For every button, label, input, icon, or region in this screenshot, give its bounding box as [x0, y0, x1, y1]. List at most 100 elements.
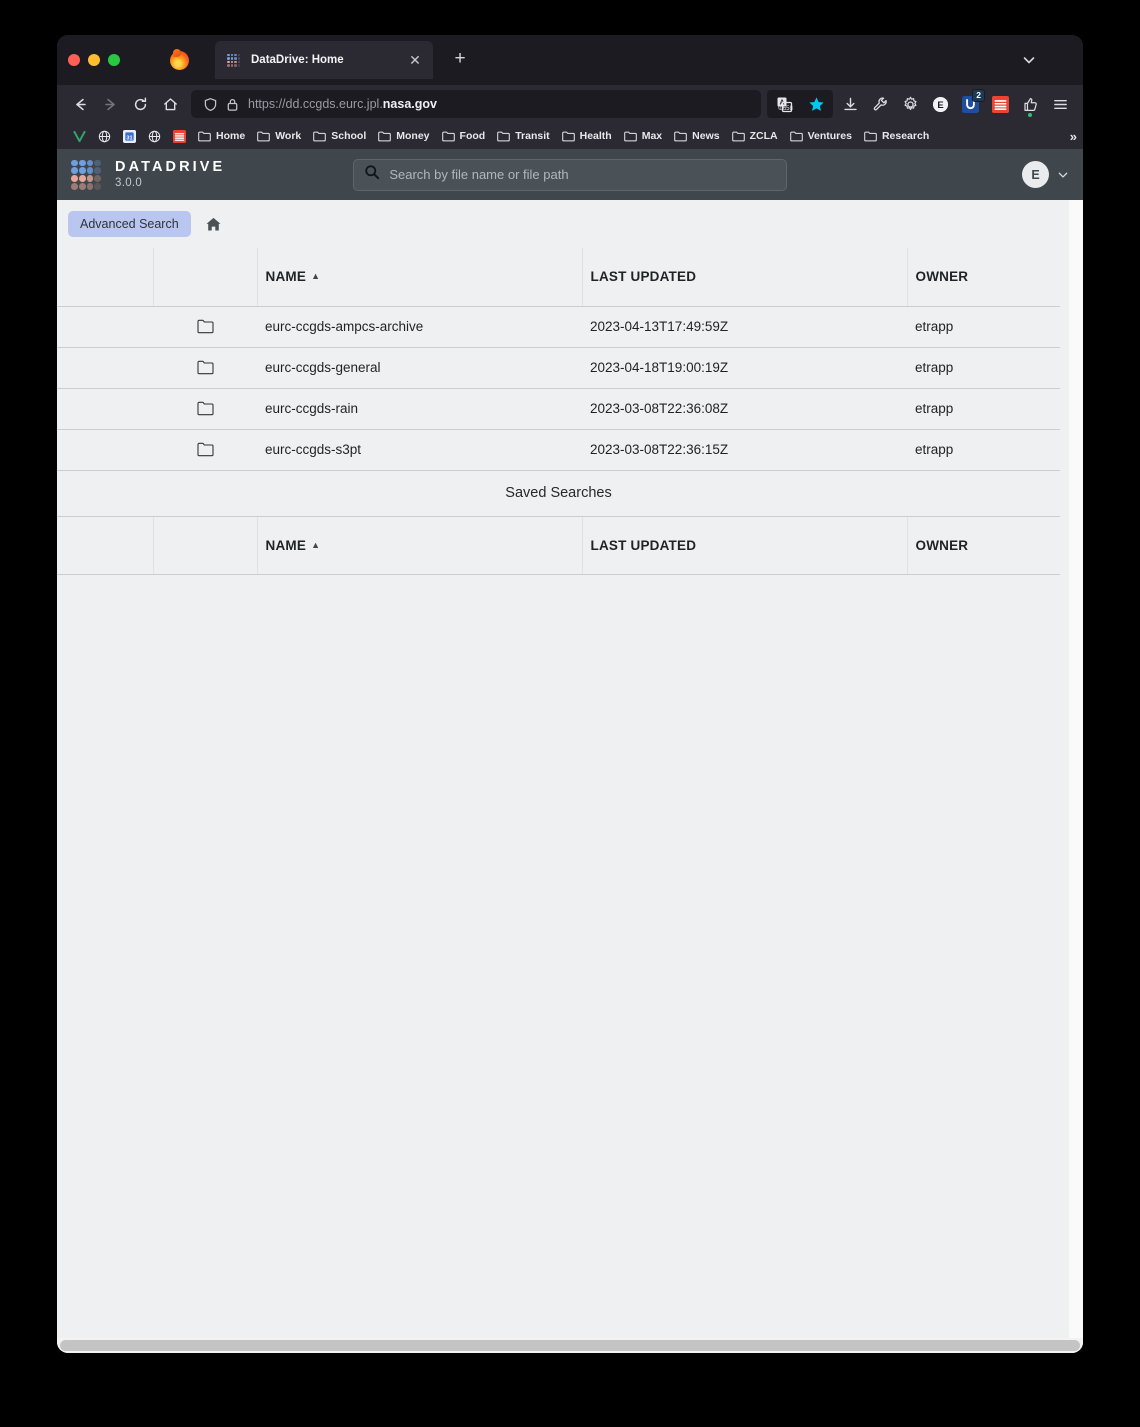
vertical-scroll-gutter[interactable]: [1069, 200, 1083, 1353]
table-row[interactable]: eurc-ccgds-ampcs-archive 2023-04-13T17:49…: [57, 306, 1060, 348]
avatar[interactable]: E: [1022, 161, 1049, 188]
bookmark-icon-4[interactable]: [167, 128, 192, 145]
cell-name[interactable]: eurc-ccgds-rain: [257, 388, 582, 430]
hamburger-menu-icon[interactable]: [1045, 90, 1075, 118]
files-table: NAME ▲ LAST UPDATED OWNER eurc-ccgds-ampc…: [57, 248, 1060, 471]
bookmark-research[interactable]: Research: [858, 128, 935, 145]
bookmark-icon-0[interactable]: [67, 128, 92, 145]
close-window-button[interactable]: [68, 54, 80, 66]
table-row[interactable]: eurc-ccgds-general 2023-04-18T19:00:19Z et…: [57, 347, 1060, 389]
new-tab-button[interactable]: +: [449, 49, 471, 71]
thumbs-up-icon[interactable]: [1015, 90, 1045, 118]
folder-icon: [153, 388, 257, 430]
window-traffic-lights: [68, 54, 120, 66]
cell-owner: etrapp: [907, 347, 1060, 389]
extension-badge-count: 2: [972, 89, 985, 102]
bookmark-icon-2[interactable]: 31: [117, 128, 142, 145]
folder-icon: [864, 130, 877, 143]
cell-last-updated: 2023-03-08T22:36:15Z: [582, 429, 907, 471]
cell-name[interactable]: eurc-ccgds-ampcs-archive: [257, 306, 582, 348]
row-select-cell[interactable]: [57, 347, 153, 389]
shield-icon[interactable]: [199, 95, 221, 113]
extension-e-icon[interactable]: E: [925, 90, 955, 118]
horizontal-scrollbar-thumb[interactable]: [60, 1340, 1080, 1351]
red-stack-icon[interactable]: [985, 90, 1015, 118]
bookmark-transit[interactable]: Transit: [491, 128, 555, 145]
bookmark-max[interactable]: Max: [618, 128, 668, 145]
advanced-search-button[interactable]: Advanced Search: [68, 210, 191, 238]
column-header-name-label: NAME: [265, 537, 307, 553]
table-row[interactable]: eurc-ccgds-rain 2023-03-08T22:36:08Z etrap…: [57, 388, 1060, 430]
u-extension-icon[interactable]: 2: [955, 89, 985, 118]
files-table-header: NAME ▲ LAST UPDATED OWNER: [57, 248, 1060, 307]
cell-name[interactable]: eurc-ccgds-s3pt: [257, 429, 582, 471]
bookmarks-bar: 31 Home Work School Money Food Transit Health Ma…: [57, 123, 1083, 149]
bookmark-label: Money: [396, 130, 430, 142]
cell-last-updated: 2023-04-18T19:00:19Z: [582, 347, 907, 389]
bookmark-icon-3[interactable]: [142, 128, 167, 145]
bookmark-news[interactable]: News: [668, 128, 725, 145]
column-header-icon[interactable]: [153, 516, 258, 575]
table-header-row: NAME ▲ LAST UPDATED OWNER: [57, 248, 1060, 307]
folder-icon: [153, 347, 257, 389]
bookmark-icon-1[interactable]: [92, 128, 117, 145]
column-header-last-updated[interactable]: LAST UPDATED: [582, 516, 908, 575]
table-row[interactable]: eurc-ccgds-s3pt 2023-03-08T22:36:15Z etrap…: [57, 429, 1060, 471]
bookmark-label: Food: [459, 130, 486, 142]
bookmark-zcla[interactable]: ZCLA: [726, 128, 784, 145]
forward-button[interactable]: [95, 89, 125, 119]
home-button[interactable]: [155, 89, 185, 119]
gear-icon[interactable]: [895, 90, 925, 118]
bookmark-ventures[interactable]: Ventures: [784, 128, 858, 145]
column-header-owner[interactable]: OWNER: [907, 248, 1060, 307]
browser-tab-datadrive-home[interactable]: DataDrive: Home ✕: [215, 41, 433, 79]
status-dot-icon: [1028, 113, 1032, 117]
row-select-cell[interactable]: [57, 388, 153, 430]
bookmark-home[interactable]: Home: [192, 128, 251, 145]
bookmark-health[interactable]: Health: [556, 128, 618, 145]
row-select-cell[interactable]: [57, 429, 153, 471]
cell-name[interactable]: eurc-ccgds-general: [257, 347, 582, 389]
downloads-icon[interactable]: [835, 90, 865, 118]
user-menu[interactable]: E: [1022, 161, 1071, 188]
bookmarks-overflow-button[interactable]: »: [1070, 129, 1077, 144]
back-button[interactable]: [65, 89, 95, 119]
search-input[interactable]: Search by file name or file path: [353, 158, 788, 191]
minimize-window-button[interactable]: [88, 54, 100, 66]
url-bar[interactable]: https://dd.ccgds.eurc.jpl.nasa.gov: [191, 90, 761, 118]
close-icon[interactable]: ✕: [406, 51, 424, 69]
horizontal-scrollbar[interactable]: [57, 1338, 1083, 1353]
maximize-window-button[interactable]: [108, 54, 120, 66]
urlbar-action-group: A\u6587: [767, 90, 833, 118]
blue-app-icon: 31: [123, 129, 136, 143]
column-header-select[interactable]: [57, 248, 154, 307]
reload-button[interactable]: [125, 89, 155, 119]
bookmark-money[interactable]: Money: [372, 128, 435, 145]
bookmark-school[interactable]: School: [307, 128, 372, 145]
column-header-select[interactable]: [57, 516, 154, 575]
lock-icon[interactable]: [221, 95, 243, 113]
url-text: https://dd.ccgds.eurc.jpl.nasa.gov: [248, 97, 437, 111]
column-header-icon[interactable]: [153, 248, 258, 307]
column-header-owner[interactable]: OWNER: [907, 516, 1060, 575]
folder-icon: [313, 130, 327, 143]
search-icon: [364, 164, 380, 185]
page-content: Advanced Search NAME ▲ LAST UPDATED OWNER: [57, 200, 1083, 1353]
chevron-down-icon[interactable]: [1020, 51, 1038, 69]
column-header-last-updated[interactable]: LAST UPDATED: [582, 248, 908, 307]
wrench-icon[interactable]: [865, 90, 895, 118]
translate-icon[interactable]: A\u6587: [769, 90, 799, 118]
cell-last-updated: 2023-03-08T22:36:08Z: [582, 388, 907, 430]
row-select-cell[interactable]: [57, 306, 153, 348]
browser-navigation-toolbar: https://dd.ccgds.eurc.jpl.nasa.gov A \u65…: [57, 85, 1083, 123]
home-icon[interactable]: [203, 213, 225, 235]
column-header-name[interactable]: NAME ▲: [257, 248, 583, 307]
bookmark-label: Research: [881, 130, 930, 142]
bookmark-star-icon[interactable]: [801, 90, 831, 118]
chevron-down-icon[interactable]: [1055, 167, 1071, 183]
content-toolbar: Advanced Search: [57, 200, 1083, 248]
bookmark-food[interactable]: Food: [436, 128, 492, 145]
column-header-name[interactable]: NAME ▲: [257, 516, 583, 575]
bookmark-work[interactable]: Work: [251, 128, 307, 145]
cell-owner: etrapp: [907, 388, 1060, 430]
